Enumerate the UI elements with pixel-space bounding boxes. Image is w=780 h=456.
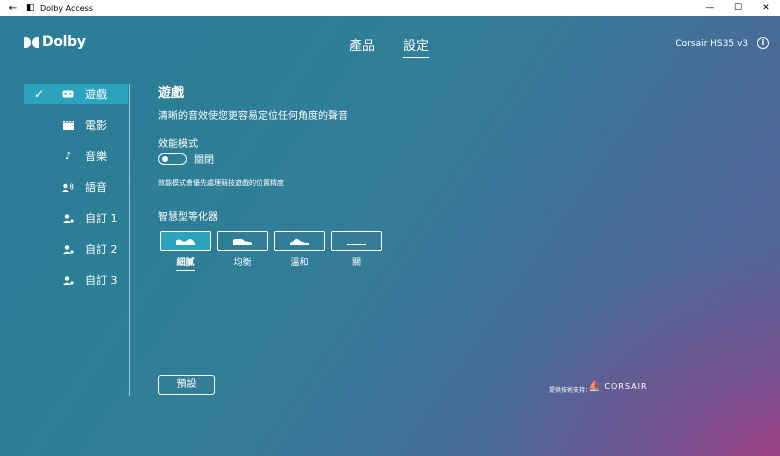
- custom-profile-icon: [61, 213, 75, 223]
- info-icon[interactable]: i: [757, 37, 769, 49]
- tab-settings[interactable]: 設定: [403, 35, 430, 58]
- brand-name: Dolby: [42, 34, 86, 50]
- maximize-button[interactable]: ☐: [724, 3, 752, 13]
- sidebar-item-custom-2[interactable]: 自訂 2: [24, 239, 128, 259]
- sidebar-divider: [129, 84, 130, 396]
- title-bar: ← ◧ Dolby Access — ☐ ✕: [0, 0, 780, 16]
- performance-mode-toggle-row: 關閉: [158, 151, 214, 166]
- voice-icon: [61, 182, 75, 192]
- minimize-button[interactable]: —: [696, 3, 724, 13]
- sidebar-item-label: 語音: [85, 181, 107, 194]
- dolby-double-d-icon: [24, 36, 39, 48]
- eq-detailed-button[interactable]: [160, 231, 211, 251]
- eq-option-balanced[interactable]: 均衡: [217, 231, 268, 271]
- sidebar-item-label: 自訂 1: [85, 212, 118, 225]
- movie-clapper-icon: [61, 120, 75, 130]
- dolby-access-window: ← ◧ Dolby Access — ☐ ✕ Dolby 產品 設定 Corsa…: [0, 0, 780, 456]
- close-button[interactable]: ✕: [752, 3, 780, 13]
- reset-to-default-button[interactable]: 預設: [158, 375, 215, 395]
- game-controller-icon: [61, 90, 75, 98]
- dolby-app-icon: ◧: [26, 3, 35, 13]
- sidebar-item-movie[interactable]: 電影: [24, 115, 128, 135]
- corsair-wordmark: CORSAIR: [604, 382, 648, 391]
- eq-option-off[interactable]: 關: [331, 231, 382, 271]
- eq-option-label: 均衡: [233, 258, 252, 268]
- eq-balanced-icon: [233, 239, 252, 245]
- equalizer-label: 智慧型等化器: [158, 212, 218, 223]
- powered-by-label: 提供技術支持：: [549, 387, 592, 394]
- eq-option-detailed[interactable]: 細膩: [160, 231, 211, 271]
- toggle-state-label: 關閉: [194, 155, 214, 166]
- eq-off-button[interactable]: [331, 231, 382, 251]
- performance-mode-toggle[interactable]: [158, 152, 187, 165]
- top-nav: 產品 設定: [349, 35, 430, 58]
- window-title: Dolby Access: [40, 3, 94, 13]
- sidebar-item-label: 音樂: [85, 150, 107, 163]
- sidebar-item-label: 遊戲: [85, 88, 107, 101]
- eq-off-icon: [347, 244, 366, 245]
- toggle-knob: [162, 155, 168, 162]
- music-note-icon: ♪: [64, 150, 72, 162]
- eq-warm-icon: [290, 238, 309, 245]
- sidebar-item-voice[interactable]: 語音: [24, 177, 128, 197]
- profile-sidebar: ✓ 遊戲 電影 ♪ 音樂 語音 自訂 1 自訂 2 自訂 3: [24, 84, 128, 301]
- sidebar-item-game[interactable]: ✓ 遊戲: [24, 84, 128, 104]
- eq-balanced-button[interactable]: [217, 231, 268, 251]
- custom-profile-icon: [61, 275, 75, 285]
- eq-option-label: 細膩: [176, 255, 195, 271]
- eq-option-label: 關: [351, 258, 361, 268]
- sidebar-item-label: 自訂 2: [85, 243, 118, 256]
- sidebar-item-label: 自訂 3: [85, 274, 118, 287]
- equalizer-options: 細膩 均衡 溫和 關: [160, 231, 382, 271]
- custom-profile-icon: [61, 244, 75, 254]
- dolby-logo: Dolby: [24, 34, 86, 50]
- tab-products[interactable]: 產品: [349, 35, 375, 58]
- corsair-logo: ⛵ CORSAIR: [588, 381, 648, 392]
- eq-option-label: 溫和: [290, 258, 309, 268]
- page-description: 清晰的音效使您更容易定位任何角度的聲音: [158, 111, 348, 122]
- page-title: 遊戲: [158, 86, 185, 101]
- device-name: Corsair HS35 v3: [675, 39, 748, 49]
- eq-option-warm[interactable]: 溫和: [274, 231, 325, 271]
- corsair-sails-icon: ⛵: [588, 381, 602, 392]
- eq-warm-button[interactable]: [274, 231, 325, 251]
- performance-mode-note: 效能模式會優先處理競技遊戲的位置精度: [158, 179, 284, 187]
- profile-content: 遊戲 清晰的音效使您更容易定位任何角度的聲音: [158, 82, 348, 122]
- sidebar-item-custom-1[interactable]: 自訂 1: [24, 208, 128, 228]
- eq-detailed-icon: [176, 239, 195, 245]
- back-arrow-icon[interactable]: ←: [0, 3, 26, 14]
- sidebar-item-custom-3[interactable]: 自訂 3: [24, 270, 128, 290]
- performance-mode-label: 效能模式: [158, 139, 198, 150]
- sidebar-item-music[interactable]: ♪ 音樂: [24, 146, 128, 166]
- check-icon: ✓: [34, 87, 45, 101]
- sidebar-item-label: 電影: [85, 119, 107, 132]
